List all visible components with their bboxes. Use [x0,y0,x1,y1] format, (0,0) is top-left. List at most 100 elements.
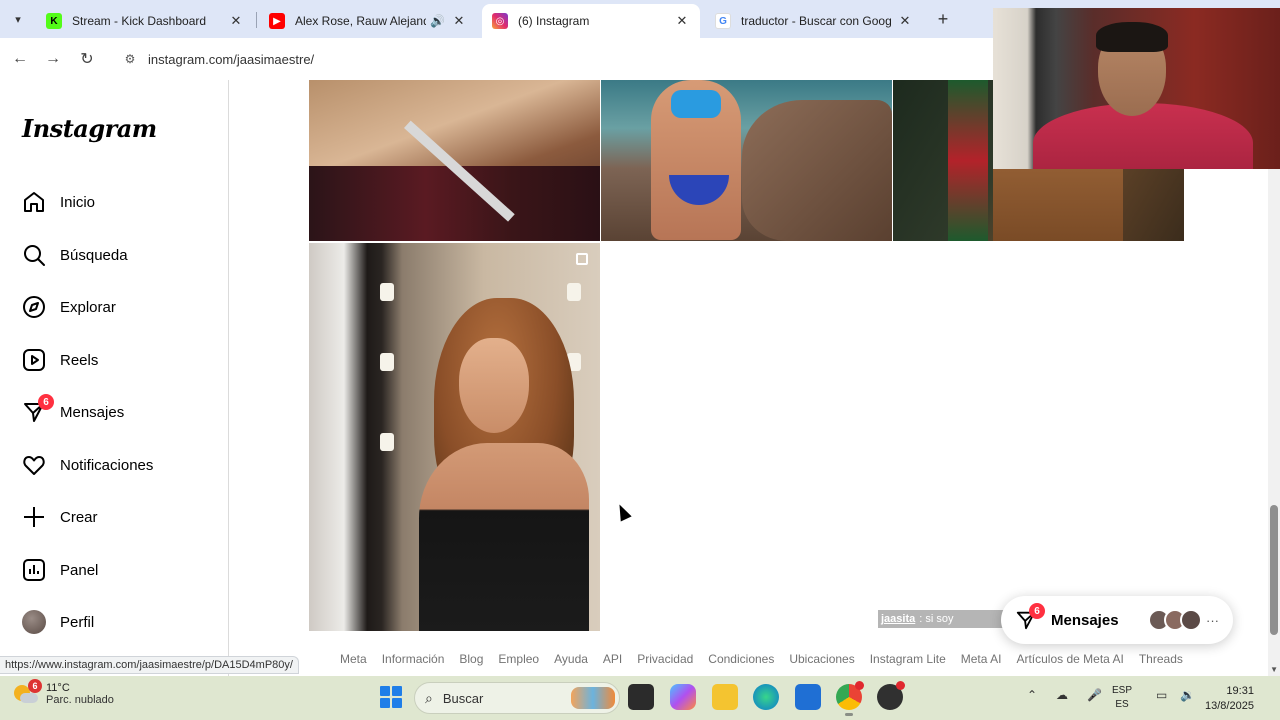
footer-link[interactable]: Información [382,652,445,666]
post-image-detail [380,283,394,301]
footer-link[interactable]: Artículos de Meta AI [1016,652,1123,666]
post-image-detail [419,443,589,631]
chrome-icon[interactable] [836,681,864,716]
cloud-icon [20,693,38,703]
weather-widget[interactable]: 6 11°C Parc. nublado [12,679,114,707]
sidebar-item-explorar[interactable]: Explorar [22,287,212,327]
recent-chats-avatars [1148,609,1202,631]
mouse-cursor-icon [614,501,632,522]
footer-link[interactable]: Meta AI [961,652,1002,666]
footer-link[interactable]: Empleo [498,652,539,666]
language-indicator[interactable]: ESP ES [1112,684,1132,712]
youtube-icon: ▶ [269,13,285,29]
tab-youtube[interactable]: ▶ Alex Rose, Rauw Alejandro 🔊 ✕ [259,4,477,38]
close-icon[interactable]: ✕ [674,13,690,29]
notification-dot [855,681,864,690]
scrollbar-thumb[interactable] [1270,505,1278,635]
footer-link[interactable]: Threads [1139,652,1183,666]
sidebar-item-perfil[interactable]: Perfil [22,602,212,642]
tab-search-button[interactable]: ▾ [6,8,30,30]
footer-link[interactable]: Ubicaciones [789,652,854,666]
microphone-icon[interactable]: 🎤 [1087,688,1102,702]
chevron-up-icon[interactable]: ⌃ [1027,688,1037,702]
notification-badge: 6 [28,679,42,693]
sidebar-item-mensajes[interactable]: 6 Mensajes [22,392,212,432]
speaker-icon[interactable]: 🔊 [430,14,445,28]
reels-icon [22,348,46,372]
close-icon[interactable]: ✕ [228,13,244,29]
avatar [1180,609,1202,631]
weather-icon: 6 [12,679,42,707]
scrollbar[interactable]: ▼ [1268,80,1280,676]
close-icon[interactable]: ✕ [897,13,913,29]
post-image-detail [309,166,600,241]
messages-float-button[interactable]: 6 Mensajes ··· [1001,596,1233,644]
store-icon[interactable] [795,684,821,710]
new-tab-button[interactable]: + [932,8,954,30]
chat-text: : si soy [919,613,954,625]
sidebar-item-inicio[interactable]: Inicio [22,182,212,222]
edge-icon[interactable] [753,684,779,710]
site-info-icon[interactable]: ⚙ [120,52,140,66]
search-icon: ⌕ [425,689,433,706]
scroll-down-icon[interactable]: ▼ [1270,665,1278,674]
file-explorer-icon[interactable] [712,684,738,710]
footer-link[interactable]: API [603,652,622,666]
post-thumbnail[interactable] [309,243,600,631]
footer-link[interactable]: Ayuda [554,652,588,666]
footer-links: Meta Información Blog Empleo Ayuda API P… [340,652,1183,666]
weather-temp: 11°C [46,682,70,694]
obs-icon[interactable] [877,681,905,710]
tab-google[interactable]: G traductor - Buscar con Google ✕ [705,4,923,38]
footer-link[interactable]: Condiciones [708,652,774,666]
speaker-icon[interactable]: 🔉 [1180,688,1195,702]
back-button[interactable]: ← [8,47,32,71]
footer-link[interactable]: Instagram Lite [870,652,946,666]
instagram-logo[interactable]: Instagram [22,114,157,143]
display-icon[interactable]: ▭ [1156,688,1167,702]
sidebar-item-reels[interactable]: Reels [22,340,212,380]
link-status-bar: https://www.instagram.com/jaasimaestre/p… [0,656,299,674]
kick-icon: K [46,13,62,29]
tab-separator [256,12,257,28]
post-thumbnail[interactable] [601,80,892,241]
heart-icon [22,453,46,477]
notification-badge: 6 [1029,603,1045,619]
post-thumbnail[interactable] [309,80,600,241]
sidebar-item-notificaciones[interactable]: Notificaciones [22,445,212,485]
copilot-icon[interactable] [670,684,696,710]
chat-username: jaasita [881,613,916,625]
post-image-detail [380,353,394,371]
footer-link[interactable]: Blog [459,652,483,666]
forward-button[interactable]: → [41,47,65,71]
notification-badge: 6 [38,394,54,410]
post-image-detail [948,80,988,241]
sidebar-item-panel[interactable]: Panel [22,550,212,590]
weather-desc: Parc. nublado [46,694,114,706]
active-indicator [845,713,853,716]
sidebar-item-crear[interactable]: Crear [22,497,212,537]
system-clock[interactable]: 19:31 13/8/2025 [1205,684,1254,714]
windows-taskbar: 6 11°C Parc. nublado ⌕ Buscar ⌃ ☁ 🎤 ESP … [0,676,1280,720]
reload-button[interactable]: ↻ [75,47,99,71]
network-off-icon[interactable]: ☁ [1056,688,1068,702]
compass-icon [22,295,46,319]
address-bar[interactable]: ⚙ instagram.com/jaasimaestre/ [112,43,992,75]
webcam-overlay [993,8,1280,169]
footer-link[interactable]: Privacidad [637,652,693,666]
windows-start-icon[interactable] [380,686,402,708]
footer-link[interactable]: Meta [340,652,367,666]
url-text[interactable]: instagram.com/jaasimaestre/ [148,52,314,67]
avatar [22,610,46,634]
task-view-icon[interactable] [628,684,654,710]
instagram-page: Instagram Inicio Búsqueda Explorar Reels… [0,80,1280,676]
instagram-sidebar: Instagram Inicio Búsqueda Explorar Reels… [0,80,229,676]
taskbar-search[interactable]: ⌕ Buscar [414,682,620,714]
sidebar-item-busqueda[interactable]: Búsqueda [22,235,212,275]
tab-kick[interactable]: K Stream - Kick Dashboard ✕ [36,4,254,38]
close-icon[interactable]: ✕ [451,13,467,29]
stream-chat-message: jaasita : si soy [878,610,1008,628]
dashboard-icon [22,558,46,582]
post-image-detail [742,100,892,241]
tab-instagram[interactable]: ◎ (6) Instagram ✕ [482,4,700,38]
